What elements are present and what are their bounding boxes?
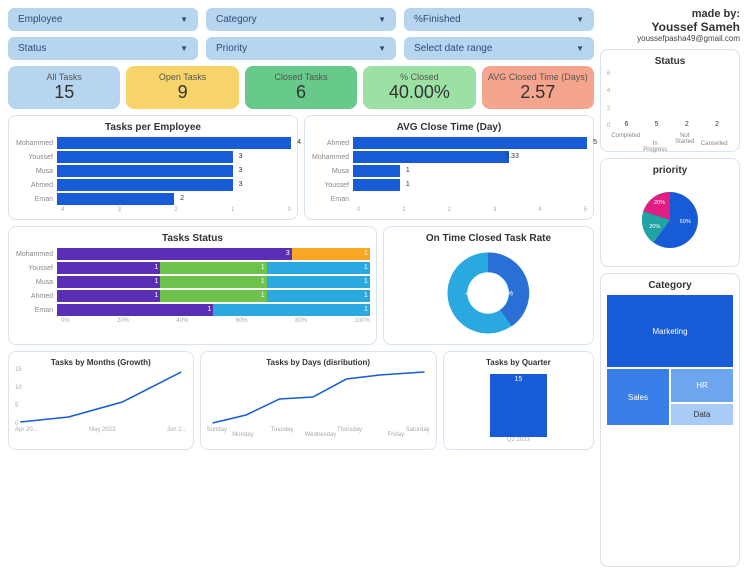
priority-card: priority 20% 20% 60% [600,158,740,267]
tasks-by-quarter-card: Tasks by Quarter 15 Q2 2023 [443,351,594,450]
slice-label: 60% [499,289,514,298]
author-email: youssefpasha49@gmail.com [600,34,740,43]
tasks-by-days-card: Tasks by Days (disribution) SundayTuesda… [200,351,437,450]
kpi-value: 6 [249,82,353,103]
card-title: priority [607,165,733,176]
chevron-down-icon: ▼ [378,44,386,53]
author-name: Youssef Sameh [600,20,740,34]
employee-dropdown[interactable]: Employee ▼ [8,8,198,31]
chart-axis: 43210 [15,207,291,213]
kpi-value: 40.00% [367,82,471,103]
kpi-value: 9 [130,82,234,103]
chart-axis: 0%20%40%60%80%100% [15,318,370,324]
kpi-pct-closed: % Closed40.00% [363,66,475,109]
kpi-label: Open Tasks [130,72,234,82]
svg-text:20%: 20% [649,224,660,230]
days-chart: SundayTuesdayThursdaySaturday MondayWedn… [207,367,430,437]
months-chart: 151050 Apr 20...May 2023Jun 2... [15,367,187,437]
kpi-all-tasks: All Tasks15 [8,66,120,109]
credits: made by: Youssef Sameh youssefpasha49@gm… [600,8,740,43]
kpi-value: 15 [12,82,116,103]
chevron-down-icon: ▼ [378,15,386,24]
card-title: AVG Close Time (Day) [311,122,587,133]
date-dropdown[interactable]: Select date range ▼ [404,37,594,60]
kpi-label: All Tasks [12,72,116,82]
tasks-status-card: Tasks Status Mohammed31Youssef111Musa111… [8,226,377,345]
slice-label: 40% [466,289,481,298]
kpi-value: 2.57 [486,82,590,103]
dropdown-label: Category [216,14,257,25]
dropdown-label: Priority [216,43,247,54]
kpi-row: All Tasks15 Open Tasks9 Closed Tasks6 % … [8,66,594,109]
chevron-down-icon: ▼ [180,15,188,24]
kpi-label: Closed Tasks [249,72,353,82]
tasks-by-months-card: Tasks by Months (Growth) 151050 Apr 20..… [8,351,194,450]
dropdown-label: %Finished [414,14,461,25]
card-title: Tasks by Months (Growth) [15,358,187,367]
card-title: Tasks by Days (disribution) [207,358,430,367]
tasks-per-employee-chart: Mohammed4Youssef3Musa3Ahmed3Eman2 [15,137,291,205]
category-card: Category Marketing Sales HR Data [600,273,740,567]
status-chart: 6522 [610,71,733,131]
tasks-status-chart: Mohammed31Youssef111Musa111Ahmed111Eman1… [15,248,370,316]
kpi-label: AVG Closed Time (Days) [486,72,590,82]
chevron-down-icon: ▼ [576,44,584,53]
made-by-label: made by: [600,8,740,20]
dropdown-label: Employee [18,14,62,25]
kpi-open-tasks: Open Tasks9 [126,66,238,109]
card-title: Tasks Status [15,233,370,244]
kpi-label: % Closed [367,72,471,82]
finished-dropdown[interactable]: %Finished ▼ [404,8,594,31]
svg-text:60%: 60% [680,219,691,225]
chevron-down-icon: ▼ [180,44,188,53]
category-treemap: Marketing Sales HR Data [607,295,733,425]
category-dropdown[interactable]: Category ▼ [206,8,396,31]
dropdown-label: Select date range [414,43,492,54]
status-card: Status 6420 6522 CompletedIn ProgressNot… [600,49,740,152]
avg-close-time-chart: Ahmed5Mohammed3.33Musa1Youssef1Eman [311,137,587,205]
status-dropdown[interactable]: Status ▼ [8,37,198,60]
quarter-chart: 15 [450,367,587,437]
card-title: On Time Closed Task Rate [426,233,551,244]
card-title: Status [607,56,733,67]
card-title: Tasks by Quarter [450,358,587,367]
chevron-down-icon: ▼ [576,15,584,24]
kpi-avg-time: AVG Closed Time (Days)2.57 [482,66,594,109]
card-title: Tasks per Employee [15,122,291,133]
on-time-donut: 40% 60% [438,248,538,338]
avg-close-time-card: AVG Close Time (Day) Ahmed5Mohammed3.33M… [304,115,594,220]
card-title: Category [607,280,733,291]
on-time-rate-card: On Time Closed Task Rate 40% 60% [383,226,594,345]
filters-row: Employee ▼ Status ▼ Category ▼ Priority ▼ %F… [8,8,594,60]
tasks-per-employee-card: Tasks per Employee Mohammed4Youssef3Musa… [8,115,298,220]
status-labels: CompletedIn ProgressNot StartedCanselled [607,131,733,145]
svg-text:20%: 20% [654,200,665,206]
priority-pie: 20% 20% 60% [620,180,720,260]
kpi-closed-tasks: Closed Tasks6 [245,66,357,109]
chart-axis: 012345 [311,207,587,213]
priority-dropdown[interactable]: Priority ▼ [206,37,396,60]
dropdown-label: Status [18,43,46,54]
